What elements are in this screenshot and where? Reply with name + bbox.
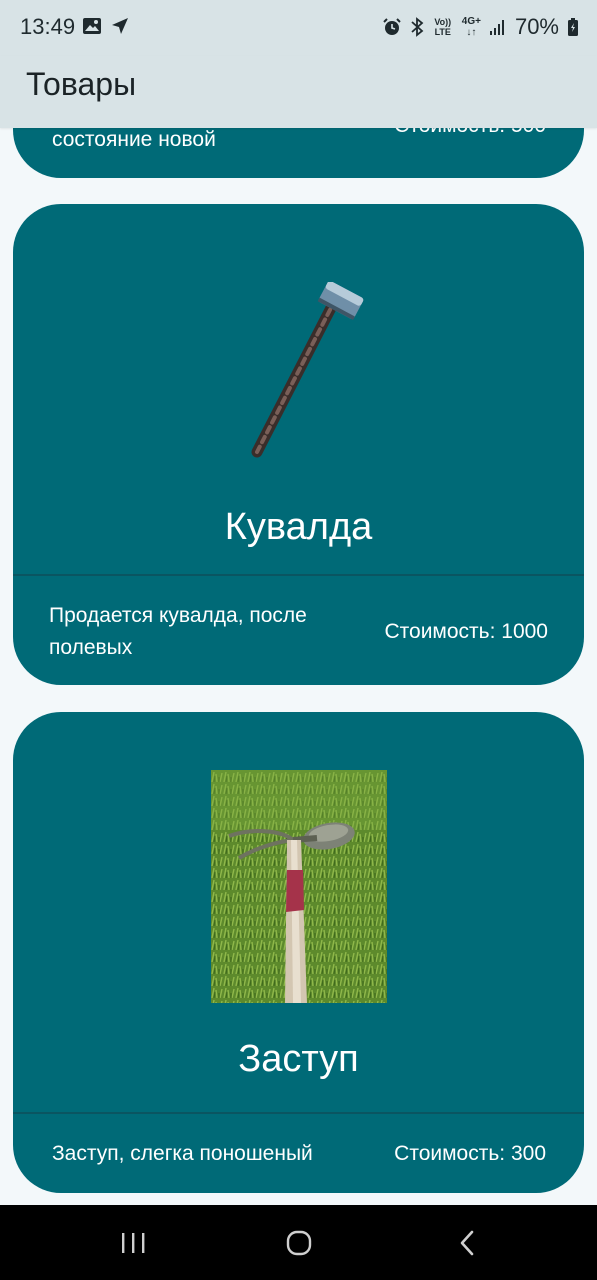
data-arrows-icon: ↓↑ — [466, 27, 477, 38]
recent-apps-button[interactable] — [103, 1225, 163, 1261]
product-card[interactable]: Кувалда Продается кувалда, после полевых… — [13, 204, 584, 685]
card-divider — [13, 1112, 584, 1114]
back-icon — [460, 1230, 474, 1256]
product-description: Заступ, слегка поношеный — [52, 1142, 313, 1165]
hoe-image — [211, 770, 387, 1003]
navigation-icon — [110, 16, 130, 36]
network-type-label: 4G+ — [461, 16, 481, 27]
network-arrows-icon: 4G+ ↓↑ — [462, 16, 481, 38]
product-title: Кувалда — [224, 506, 373, 548]
system-navigation-bar — [0, 1205, 597, 1280]
product-description: состояние новой — [52, 128, 216, 151]
product-price: Стоимость: 300 — [394, 1142, 546, 1165]
product-price: Стоимость: 1000 — [384, 620, 548, 643]
back-button[interactable] — [437, 1225, 497, 1261]
app-bar: Товары — [0, 56, 597, 128]
bluetooth-icon — [410, 17, 424, 37]
signal-icon — [489, 19, 507, 35]
product-list[interactable]: состояние новой Стоимость: 500 Кувалда П… — [0, 0, 597, 1205]
home-icon — [286, 1230, 312, 1256]
home-button[interactable] — [269, 1225, 329, 1261]
sledgehammer-image — [251, 282, 364, 458]
recent-apps-icon — [122, 1233, 145, 1253]
battery-icon — [567, 18, 579, 36]
battery-percent: 70% — [514, 14, 559, 39]
status-bar: 13:49 Vo)) LTE 4G+ ↓↑ 70% — [0, 0, 597, 56]
product-title: Заступ — [238, 1038, 359, 1080]
page-title: Товары — [26, 66, 137, 102]
product-description: Продается кувалда, после полевых — [49, 604, 307, 659]
image-icon — [82, 17, 102, 35]
status-time: 13:49 — [20, 14, 76, 39]
volte-icon: Vo)) LTE — [434, 17, 452, 37]
alarm-icon — [382, 17, 402, 37]
product-card[interactable]: Заступ Заступ, слегка поношеный Стоимост… — [13, 712, 584, 1193]
card-divider — [13, 574, 584, 576]
